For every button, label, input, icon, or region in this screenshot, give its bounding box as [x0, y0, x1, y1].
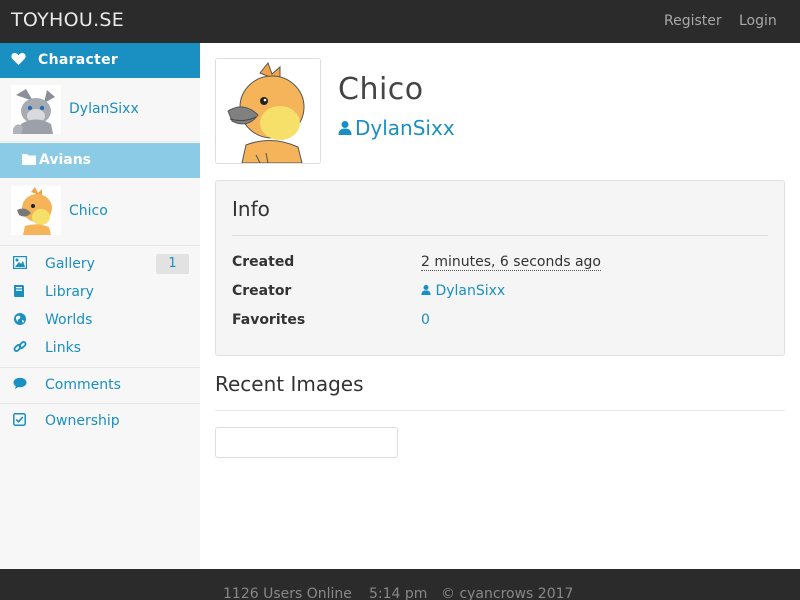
character-thumb-label[interactable]: Chico — [69, 203, 108, 219]
sidebar-item-library[interactable]: Library — [0, 279, 200, 307]
sidebar-item-label: Library — [45, 284, 94, 300]
info-title: Info — [232, 197, 270, 221]
recent-images-title: Recent Images — [215, 372, 364, 396]
creator-link[interactable]: DylanSixx — [421, 283, 505, 299]
sidebar-item-worlds[interactable]: Worlds — [0, 307, 200, 335]
link-icon — [13, 340, 27, 354]
owner-link[interactable]: DylanSixx — [338, 116, 455, 140]
gallery-count-badge: 1 — [156, 254, 189, 274]
owner-thumb-label[interactable]: DylanSixx — [69, 101, 139, 117]
users-online[interactable]: 1126 Users Online — [223, 586, 352, 600]
creator-name[interactable]: DylanSixx — [435, 283, 505, 299]
sidebar-divider — [0, 367, 200, 368]
sidebar-item-comments[interactable]: Comments — [0, 372, 200, 400]
sidebar-item-gallery[interactable]: Gallery 1 — [0, 251, 200, 279]
info-divider — [232, 235, 768, 236]
sidebar-item-label: Ownership — [45, 413, 120, 429]
sidebar-item-label: Gallery — [45, 256, 95, 272]
owner-avatar[interactable] — [11, 85, 61, 134]
owner-name[interactable]: DylanSixx — [355, 116, 455, 140]
login-link[interactable]: Login — [739, 13, 777, 29]
site-logo[interactable]: TOYHOU.SE — [11, 9, 124, 31]
sidebar-item-label: Links — [45, 340, 81, 356]
book-icon — [13, 284, 27, 298]
sidebar-item-ownership[interactable]: Ownership — [0, 408, 200, 436]
sidebar: Character DylanSixx Avians Chico Gallery… — [0, 43, 200, 569]
heart-icon — [11, 52, 26, 70]
owner-thumb-row[interactable]: DylanSixx — [0, 78, 200, 142]
server-time: 5:14 pm — [369, 586, 428, 600]
user-icon — [421, 285, 431, 295]
top-navbar: TOYHOU.SE Register Login — [0, 0, 800, 43]
folder-avians[interactable]: Avians — [0, 143, 200, 178]
info-panel: Info Created 2 minutes, 6 seconds ago Cr… — [215, 180, 785, 356]
sidebar-item-label: Comments — [45, 377, 121, 393]
folder-icon — [22, 153, 36, 169]
sidebar-item-links[interactable]: Links — [0, 335, 200, 363]
sidebar-header-label: Character — [38, 52, 119, 68]
sidebar-item-label: Worlds — [45, 312, 93, 328]
favorites-label: Favorites — [232, 312, 306, 328]
comment-icon — [13, 377, 27, 391]
footer: 1126 Users Online 5:14 pm © cyancrows 20… — [0, 569, 800, 600]
creator-label: Creator — [232, 283, 292, 299]
globe-icon — [13, 312, 27, 326]
created-value: 2 minutes, 6 seconds ago — [421, 254, 601, 271]
character-thumb-avatar[interactable] — [11, 186, 61, 235]
character-name: Chico — [338, 72, 424, 107]
created-label: Created — [232, 254, 295, 270]
register-link[interactable]: Register — [664, 13, 722, 29]
character-thumb-row[interactable]: Chico — [0, 178, 200, 246]
image-icon — [12, 255, 28, 270]
copyright: © cyancrows 2017 — [441, 586, 574, 600]
recent-image-placeholder[interactable] — [215, 427, 398, 458]
folder-label: Avians — [39, 152, 92, 168]
check-square-icon — [13, 413, 27, 427]
favorites-count[interactable]: 0 — [421, 312, 430, 328]
recent-images-divider — [215, 410, 785, 411]
sidebar-divider — [0, 403, 200, 404]
sidebar-header[interactable]: Character — [0, 43, 200, 78]
user-icon — [338, 117, 352, 135]
character-profile-image[interactable] — [215, 58, 321, 164]
